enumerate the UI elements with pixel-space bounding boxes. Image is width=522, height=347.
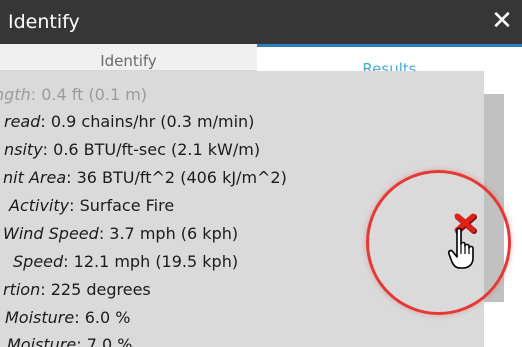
tab-identify[interactable]: Identify bbox=[0, 44, 257, 71]
result-row: Activity: Surface Fire bbox=[9, 196, 174, 216]
result-value: : 225 degrees bbox=[40, 280, 151, 299]
result-row: nit Area: 36 BTU/ft^2 (406 kJ/m^2) bbox=[3, 168, 287, 188]
result-label: rtion bbox=[3, 280, 41, 299]
result-label: read bbox=[4, 112, 41, 131]
result-row: ngth: 0.4 ft (0.1 m) bbox=[0, 85, 147, 105]
result-label: Speed bbox=[13, 252, 64, 271]
result-label: Activity bbox=[9, 196, 70, 215]
result-value: : 12.1 mph (19.5 kph) bbox=[63, 252, 239, 271]
result-row: Moisture: 7.0 % bbox=[7, 335, 132, 347]
result-row: read: 0.9 chains/hr (0.3 m/min) bbox=[4, 112, 254, 132]
result-label: nsity bbox=[4, 140, 43, 159]
hand-pointer-icon bbox=[447, 226, 481, 270]
result-row: rtion: 225 degrees bbox=[3, 280, 151, 300]
result-row: Moisture: 6.0 % bbox=[5, 308, 130, 328]
result-label: Moisture bbox=[7, 335, 77, 347]
window-titlebar: Identify ✕ bbox=[0, 0, 522, 44]
result-value: : 0.9 chains/hr (0.3 m/min) bbox=[40, 112, 255, 131]
panel-right-margin bbox=[506, 71, 522, 347]
result-value: : 0.6 BTU/ft-sec (2.1 kW/m) bbox=[42, 140, 261, 159]
result-row: nsity: 0.6 BTU/ft-sec (2.1 kW/m) bbox=[4, 140, 260, 160]
highlight-circle bbox=[366, 170, 511, 315]
result-row: Wind Speed: 3.7 mph (6 kph) bbox=[3, 224, 238, 244]
tab-bar: Identify Results bbox=[0, 44, 522, 71]
tab-results[interactable]: Results bbox=[257, 44, 522, 71]
hand-pointer-icon bbox=[448, 227, 474, 269]
result-label: Moisture bbox=[5, 308, 75, 327]
result-label: nit Area bbox=[3, 168, 67, 187]
result-value: : 3.7 mph (6 kph) bbox=[98, 224, 239, 243]
close-icon[interactable]: ✕ bbox=[490, 7, 514, 35]
result-value: : 7.0 % bbox=[76, 335, 133, 347]
result-label: Wind Speed bbox=[3, 224, 99, 243]
result-row: Speed: 12.1 mph (19.5 kph) bbox=[13, 252, 238, 272]
result-value: : 0.4 ft (0.1 m) bbox=[30, 85, 148, 104]
result-value: : 36 BTU/ft^2 (406 kJ/m^2) bbox=[66, 168, 287, 187]
result-label: ngth bbox=[0, 85, 31, 104]
window-title: Identify bbox=[8, 11, 80, 33]
result-value: : Surface Fire bbox=[69, 196, 175, 215]
result-value: : 6.0 % bbox=[74, 308, 131, 327]
